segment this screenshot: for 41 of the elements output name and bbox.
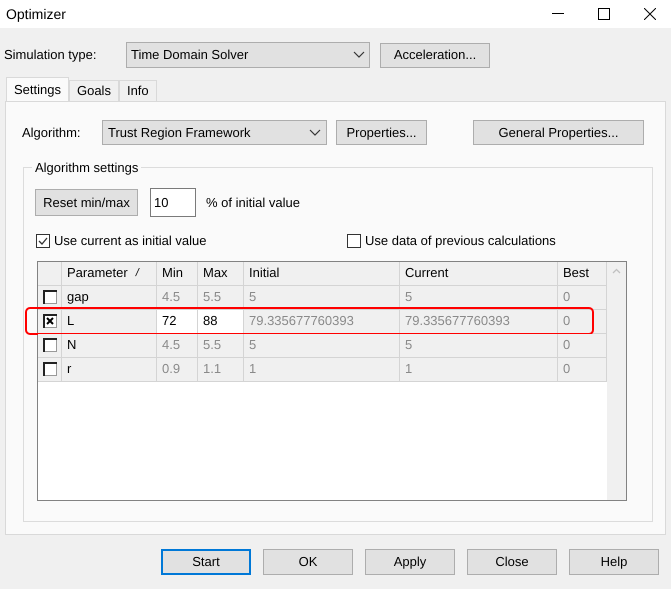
button[interactable]: Reset min/max [35,189,138,216]
button[interactable]: General Properties... [473,120,644,145]
table-cell: 1 [400,358,558,382]
simulation-type-label: Simulation type: [4,46,98,64]
sort-indicator: / [136,266,139,281]
table-cell: r [62,358,157,382]
table-cell: 72 [157,310,198,334]
percent-field[interactable]: 10 [150,188,196,217]
checkbox-option[interactable]: Use current as initial value [36,231,347,250]
dialog-button[interactable]: OK [263,549,353,575]
table-cell: 1 [244,358,400,382]
row-checkbox[interactable] [42,290,56,304]
dialog-button[interactable]: Close [467,549,557,575]
algorithm-label: Algorithm: [22,124,82,142]
table-cell: 0.9 [157,358,198,382]
table-cell: 1.1 [198,358,244,382]
chevron-down-icon [353,51,365,59]
scrollbar[interactable] [607,262,626,500]
maximize-icon[interactable] [598,8,610,20]
table-cell: 88 [198,310,244,334]
row-checkbox[interactable] [42,314,56,328]
algorithm-dropdown[interactable]: Trust Region Framework [102,120,327,145]
tab[interactable]: Info [118,80,157,101]
button[interactable]: Acceleration... [380,42,490,68]
checkbox-option[interactable]: Use data of previous calculations [347,231,556,250]
close-icon[interactable] [644,8,656,20]
dialog-button[interactable]: Help [569,549,659,575]
button[interactable]: Properties... [336,120,427,145]
row-checkbox[interactable] [42,362,56,376]
row-checkbox[interactable] [42,338,56,352]
chevron-down-icon [309,128,321,136]
simulation-type-dropdown[interactable]: Time Domain Solver [126,42,370,68]
percent-label: % of initial value [206,194,300,212]
minimize-icon[interactable] [552,13,564,15]
checkbox-icon[interactable] [347,234,361,248]
tab[interactable]: Goals [68,80,119,101]
dialog-button[interactable]: Start [161,549,251,575]
tab[interactable]: Settings [6,77,69,101]
window-title: Optimizer [6,4,67,24]
checkbox-icon[interactable] [36,234,50,248]
dialog-button[interactable]: Apply [365,549,455,575]
